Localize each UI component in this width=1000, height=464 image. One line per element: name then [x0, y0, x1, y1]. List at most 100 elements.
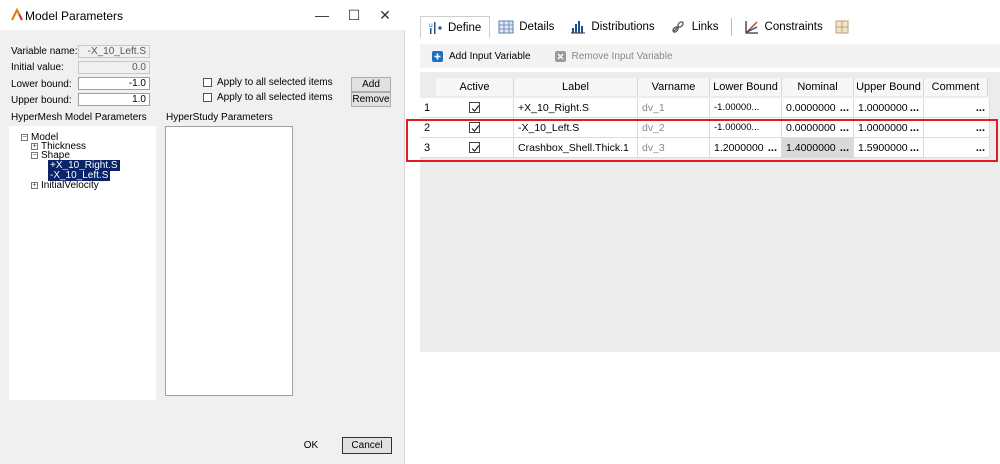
tab-distributions[interactable]: Distributions [562, 16, 662, 38]
collapse-icon[interactable]: − [31, 152, 38, 159]
dialog-title: Model Parameters [25, 9, 124, 23]
upper-bound-cell[interactable]: 1.5900000... [854, 138, 924, 158]
col-header-comment[interactable]: Comment [924, 78, 988, 96]
ellipsis-button[interactable]: ... [910, 98, 919, 118]
upper-bound-cell[interactable]: 1.0000000... [854, 98, 924, 118]
expand-icon[interactable]: + [31, 182, 38, 189]
apply-all-lower-checkbox[interactable]: Apply to all selected items [203, 77, 333, 88]
varname-cell[interactable]: dv_2 [638, 118, 710, 138]
active-checkbox[interactable] [469, 122, 480, 133]
active-cell[interactable] [436, 98, 514, 118]
ellipsis-button[interactable]: ... [840, 98, 849, 118]
ellipsis-button[interactable]: ... [976, 118, 985, 138]
table-row[interactable]: 2 -X_10_Left.S dv_2 -1.00000... 0.000000… [420, 118, 990, 138]
apply-all-lower-label: Apply to all selected items [217, 77, 333, 88]
add-button[interactable]: Add [351, 77, 391, 92]
tab-separator [730, 18, 732, 36]
table-row[interactable]: 1 +X_10_Right.S dv_1 -1.00000... 0.00000… [420, 98, 990, 118]
active-cell[interactable] [436, 138, 514, 158]
variable-name-field[interactable]: -X_10_Left.S [78, 45, 150, 58]
define-icon: u [429, 21, 442, 34]
nominal-cell[interactable]: 0.0000000... [782, 118, 854, 138]
label-cell[interactable]: -X_10_Left.S [514, 118, 638, 138]
comment-cell[interactable]: ... [924, 118, 990, 138]
tree-node-initial-velocity[interactable]: + InitialVelocity [31, 180, 99, 191]
apply-all-upper-label: Apply to all selected items [217, 92, 333, 103]
checkbox-box[interactable] [203, 93, 212, 102]
lower-bound-cell[interactable]: -1.00000... [710, 98, 782, 118]
col-header-label[interactable]: Label [514, 78, 638, 96]
check-icon [471, 105, 480, 112]
apply-all-upper-checkbox[interactable]: Apply to all selected items [203, 92, 333, 103]
hypermesh-parameters-header: HyperMesh Model Parameters [11, 112, 147, 123]
label-cell[interactable]: Crashbox_Shell.Thick.1 [514, 138, 638, 158]
col-header-varname[interactable]: Varname [638, 78, 710, 96]
check-icon [471, 125, 480, 132]
remove-button[interactable]: Remove [351, 92, 391, 107]
col-header-upper-bound[interactable]: Upper Bound [854, 78, 924, 96]
table-row[interactable]: 3 Crashbox_Shell.Thick.1 dv_3 1.2000000.… [420, 138, 990, 158]
ellipsis-button[interactable]: ... [976, 98, 985, 118]
col-header-active[interactable]: Active [436, 78, 514, 96]
constraints-icon [744, 21, 758, 34]
minimize-button[interactable]: — [313, 6, 331, 24]
active-cell[interactable] [436, 118, 514, 138]
tab-define[interactable]: u Define [420, 16, 491, 38]
input-variables-pane: u Define Details Distributions Links Con… [420, 14, 1000, 464]
expand-icon[interactable]: + [31, 143, 38, 150]
upper-bound-cell[interactable]: 1.0000000... [854, 118, 924, 138]
label-cell[interactable]: +X_10_Right.S [514, 98, 638, 118]
tab-bar: u Define Details Distributions Links Con… [420, 14, 1000, 40]
grid-view-icon [835, 20, 849, 34]
lower-bound-field[interactable]: -1.0 [78, 77, 150, 90]
ellipsis-button[interactable]: ... [910, 138, 919, 158]
hypermesh-parameter-tree[interactable]: − Model + Thickness − Shape +X_10_Right.… [9, 126, 156, 400]
variable-toolbar: Add Input Variable Remove Input Variable [420, 44, 1000, 68]
tab-extra[interactable] [831, 16, 858, 38]
row-number: 3 [424, 142, 431, 154]
tab-details[interactable]: Details [490, 16, 562, 38]
ellipsis-button[interactable]: ... [840, 118, 849, 138]
ellipsis-button[interactable]: ... [976, 138, 985, 158]
dialog-titlebar: Model Parameters — ☐ ✕ [0, 0, 405, 30]
tab-links[interactable]: Links [663, 16, 727, 38]
checkbox-box[interactable] [203, 78, 212, 87]
remove-input-variable-button[interactable]: Remove Input Variable [554, 50, 673, 62]
nominal-cell[interactable]: 0.0000000... [782, 98, 854, 118]
row-number: 1 [424, 102, 431, 114]
tab-constraints[interactable]: Constraints [736, 16, 831, 38]
active-checkbox[interactable] [469, 102, 480, 113]
lower-bound-cell[interactable]: -1.00000... [710, 118, 782, 138]
ok-button[interactable]: OK [287, 437, 335, 454]
ellipsis-button[interactable]: ... [840, 138, 849, 158]
add-input-variable-button[interactable]: Add Input Variable [432, 50, 531, 62]
ellipsis-button[interactable]: ... [768, 138, 777, 158]
remove-icon [554, 50, 566, 62]
lower-bound-cell[interactable]: 1.2000000... [710, 138, 782, 158]
maximize-button[interactable]: ☐ [345, 6, 363, 24]
close-button[interactable]: ✕ [376, 6, 394, 24]
initial-value-field[interactable]: 0.0 [78, 61, 150, 74]
lower-bound-label: Lower bound: [11, 79, 72, 90]
links-icon [671, 21, 684, 33]
hyperstudy-parameter-list[interactable] [165, 126, 293, 396]
upper-bound-field[interactable]: 1.0 [78, 93, 150, 106]
varname-cell[interactable]: dv_3 [638, 138, 710, 158]
col-header-lower-bound[interactable]: Lower Bound [710, 78, 782, 96]
col-header-nominal[interactable]: Nominal [782, 78, 854, 96]
hyperstudy-parameters-header: HyperStudy Parameters [166, 112, 273, 123]
ellipsis-button[interactable]: ... [910, 118, 919, 138]
collapse-icon[interactable]: − [21, 134, 28, 141]
nominal-cell[interactable]: 1.4000000... [782, 138, 854, 158]
initial-value-label: Initial value: [11, 62, 64, 73]
cancel-button[interactable]: Cancel [342, 437, 392, 454]
check-icon [471, 145, 480, 152]
app-icon [11, 8, 23, 21]
svg-text:u: u [429, 22, 433, 29]
add-icon [432, 50, 443, 62]
active-checkbox[interactable] [469, 142, 480, 153]
comment-cell[interactable]: ... [924, 98, 990, 118]
model-parameters-dialog: Model Parameters — ☐ ✕ Variable name: -X… [0, 0, 405, 464]
varname-cell[interactable]: dv_1 [638, 98, 710, 118]
comment-cell[interactable]: ... [924, 138, 990, 158]
